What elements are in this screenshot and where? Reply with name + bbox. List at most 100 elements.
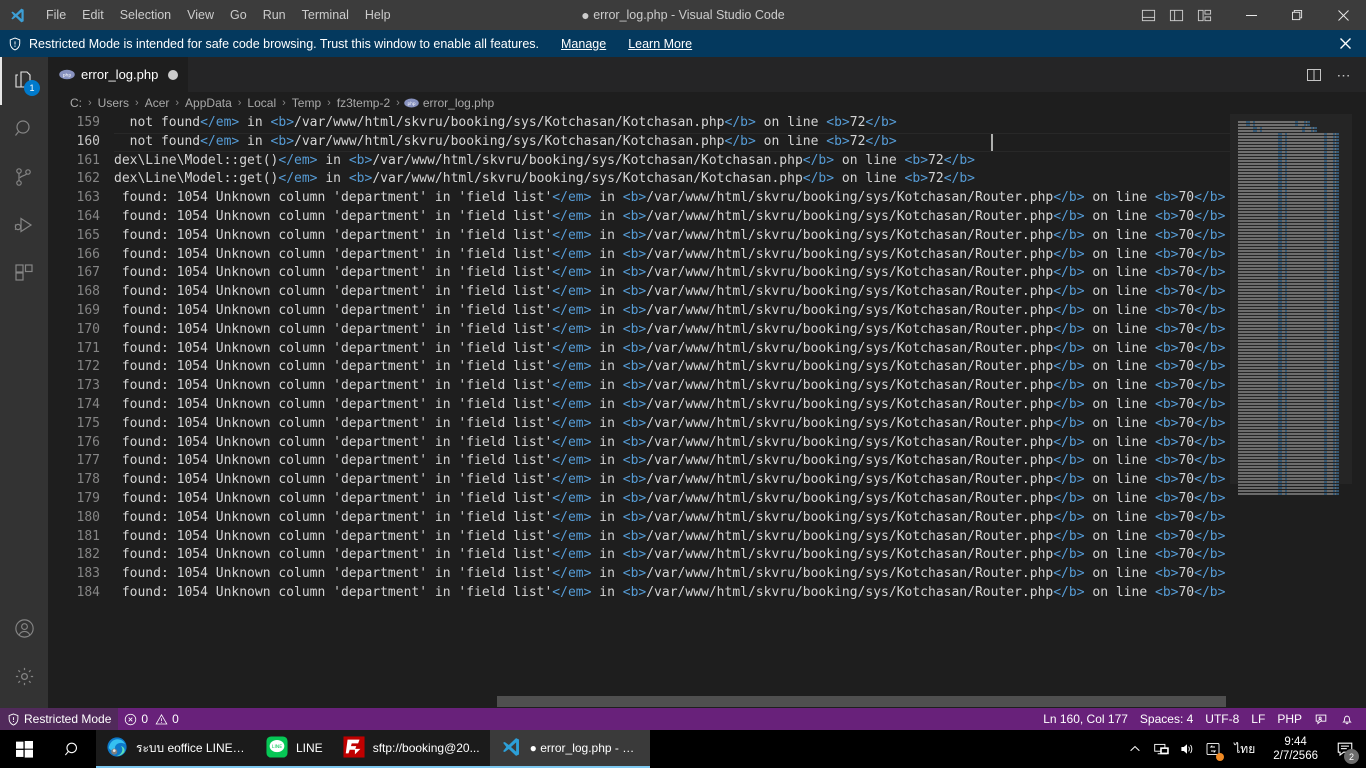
line-number[interactable]: 174 xyxy=(48,396,100,415)
line-number[interactable]: 177 xyxy=(48,452,100,471)
sidebar-item-extensions[interactable] xyxy=(0,249,48,297)
line-number[interactable]: 162 xyxy=(48,170,100,189)
editor-indentation[interactable]: Spaces: 4 xyxy=(1134,708,1199,730)
code-line[interactable]: found: 1054 Unknown column 'department' … xyxy=(114,509,1366,528)
status-bell-icon[interactable] xyxy=(1334,708,1360,730)
breadcrumb-segment[interactable]: C: xyxy=(68,96,84,110)
line-number[interactable]: 164 xyxy=(48,208,100,227)
window-close-button[interactable] xyxy=(1320,0,1366,30)
menu-run[interactable]: Run xyxy=(255,4,294,26)
code-line[interactable]: found: 1054 Unknown column 'department' … xyxy=(114,471,1366,490)
clock[interactable]: 9:44 2/7/2566 xyxy=(1263,730,1328,768)
status-feedback-icon[interactable] xyxy=(1308,708,1334,730)
code-line[interactable]: found: 1054 Unknown column 'department' … xyxy=(114,283,1366,302)
toggle-sidebar-icon[interactable] xyxy=(1162,0,1190,30)
code-line[interactable]: found: 1054 Unknown column 'department' … xyxy=(114,321,1366,340)
code-line[interactable]: found: 1054 Unknown column 'department' … xyxy=(114,189,1366,208)
line-number[interactable]: 173 xyxy=(48,377,100,396)
volume-icon[interactable] xyxy=(1174,730,1200,768)
status-problems[interactable]: 0 0 xyxy=(118,708,184,730)
code-line[interactable]: found: 1054 Unknown column 'department' … xyxy=(114,546,1366,565)
code-line[interactable]: dex\Line\Model::get()</em> in <b>/var/ww… xyxy=(114,170,1366,189)
line-number[interactable]: 159 xyxy=(48,114,100,133)
breadcrumb-segment[interactable]: fz3temp-2 xyxy=(335,96,392,110)
line-number[interactable]: 175 xyxy=(48,415,100,434)
menu-terminal[interactable]: Terminal xyxy=(294,4,357,26)
line-number[interactable]: 170 xyxy=(48,321,100,340)
code-line[interactable]: not found</em> in <b>/var/www/html/skvru… xyxy=(114,133,1366,152)
line-number[interactable]: 178 xyxy=(48,471,100,490)
horizontal-scrollbar[interactable] xyxy=(48,696,1366,708)
breadcrumb-segment[interactable]: Acer xyxy=(143,96,172,110)
menu-edit[interactable]: Edit xyxy=(74,4,112,26)
split-editor-icon[interactable] xyxy=(1300,61,1328,89)
line-number[interactable]: 168 xyxy=(48,283,100,302)
banner-learn-more-link[interactable]: Learn More xyxy=(628,37,692,51)
code-line[interactable]: found: 1054 Unknown column 'department' … xyxy=(114,302,1366,321)
line-number[interactable]: 183 xyxy=(48,565,100,584)
editor-code-area[interactable]: 159 160 161 162 163 164 165 166 167 168 169 170 171 1… xyxy=(48,114,1366,708)
taskbar-app-edge[interactable]: ระบบ eoffice LINE N... xyxy=(96,730,256,768)
windows-start-icon[interactable] xyxy=(0,730,48,768)
banner-manage-link[interactable]: Manage xyxy=(561,37,606,51)
accounts-button[interactable] xyxy=(0,604,48,652)
line-number[interactable]: 179 xyxy=(48,490,100,509)
overview-ruler[interactable] xyxy=(1352,114,1366,708)
editor-eol[interactable]: LF xyxy=(1245,708,1271,730)
chevron-up-icon[interactable] xyxy=(1122,730,1148,768)
code-line[interactable]: found: 1054 Unknown column 'department' … xyxy=(114,264,1366,283)
gear-icon[interactable] xyxy=(0,652,48,700)
code-line[interactable]: found: 1054 Unknown column 'department' … xyxy=(114,490,1366,509)
code-line[interactable]: not found</em> in <b>/var/www/html/skvru… xyxy=(114,114,1366,133)
line-number[interactable]: 163 xyxy=(48,189,100,208)
sidebar-item-search[interactable] xyxy=(0,105,48,153)
horizontal-scrollbar-thumb[interactable] xyxy=(497,696,1226,707)
line-number[interactable]: 167 xyxy=(48,264,100,283)
line-number[interactable]: 176 xyxy=(48,434,100,453)
line-number[interactable]: 182 xyxy=(48,546,100,565)
customize-layout-icon[interactable] xyxy=(1190,0,1218,30)
editor-encoding[interactable]: UTF-8 xyxy=(1199,708,1245,730)
menu-view[interactable]: View xyxy=(179,4,222,26)
menu-selection[interactable]: Selection xyxy=(112,4,179,26)
line-number[interactable]: 160 xyxy=(48,133,100,152)
code-line[interactable]: found: 1054 Unknown column 'department' … xyxy=(114,358,1366,377)
sidebar-item-explorer[interactable]: 1 xyxy=(0,57,48,105)
minimap[interactable] xyxy=(1230,114,1352,708)
sidebar-item-source-control[interactable] xyxy=(0,153,48,201)
editor-language[interactable]: PHP xyxy=(1271,708,1308,730)
breadcrumb-file[interactable]: php error_log.php xyxy=(404,96,494,110)
status-restricted-mode[interactable]: Restricted Mode xyxy=(0,708,119,730)
breadcrumb-segment[interactable]: Users xyxy=(96,96,131,110)
editor-position[interactable]: Ln 160, Col 177 xyxy=(1037,708,1134,730)
notification-icon[interactable]: 2 xyxy=(1328,730,1362,768)
menu-help[interactable]: Help xyxy=(357,4,399,26)
code-line[interactable]: dex\Line\Model::get()</em> in <b>/var/ww… xyxy=(114,152,1366,171)
code-line[interactable]: found: 1054 Unknown column 'department' … xyxy=(114,528,1366,547)
network-icon[interactable] xyxy=(1148,730,1174,768)
tab-dirty-indicator[interactable] xyxy=(168,69,179,80)
code-line[interactable]: found: 1054 Unknown column 'department' … xyxy=(114,227,1366,246)
toggle-panel-icon[interactable] xyxy=(1134,0,1162,30)
line-number[interactable]: 166 xyxy=(48,246,100,265)
sidebar-item-run-and-debug[interactable] xyxy=(0,201,48,249)
action-center-sync-icon[interactable] xyxy=(1200,730,1226,768)
code-line[interactable]: found: 1054 Unknown column 'department' … xyxy=(114,452,1366,471)
taskbar-app-filezilla[interactable]: sftp://booking@20... xyxy=(332,730,490,768)
line-number[interactable]: 169 xyxy=(48,302,100,321)
code-line[interactable]: found: 1054 Unknown column 'department' … xyxy=(114,246,1366,265)
tab-error-log-php[interactable]: php error_log.php xyxy=(48,57,190,92)
code-line[interactable]: found: 1054 Unknown column 'department' … xyxy=(114,434,1366,453)
line-number[interactable]: 172 xyxy=(48,358,100,377)
line-number[interactable]: 171 xyxy=(48,340,100,359)
more-actions-icon[interactable]: ⋯ xyxy=(1330,61,1358,89)
taskbar-app-line[interactable]: LINE LINE xyxy=(256,730,333,768)
breadcrumb-segment[interactable]: AppData xyxy=(183,96,234,110)
menu-go[interactable]: Go xyxy=(222,4,255,26)
breadcrumb-segment[interactable]: Local xyxy=(245,96,278,110)
line-number[interactable]: 180 xyxy=(48,509,100,528)
code-line[interactable]: found: 1054 Unknown column 'department' … xyxy=(114,377,1366,396)
window-maximize-button[interactable] xyxy=(1274,0,1320,30)
code-line[interactable]: found: 1054 Unknown column 'department' … xyxy=(114,396,1366,415)
code-line[interactable]: found: 1054 Unknown column 'department' … xyxy=(114,340,1366,359)
